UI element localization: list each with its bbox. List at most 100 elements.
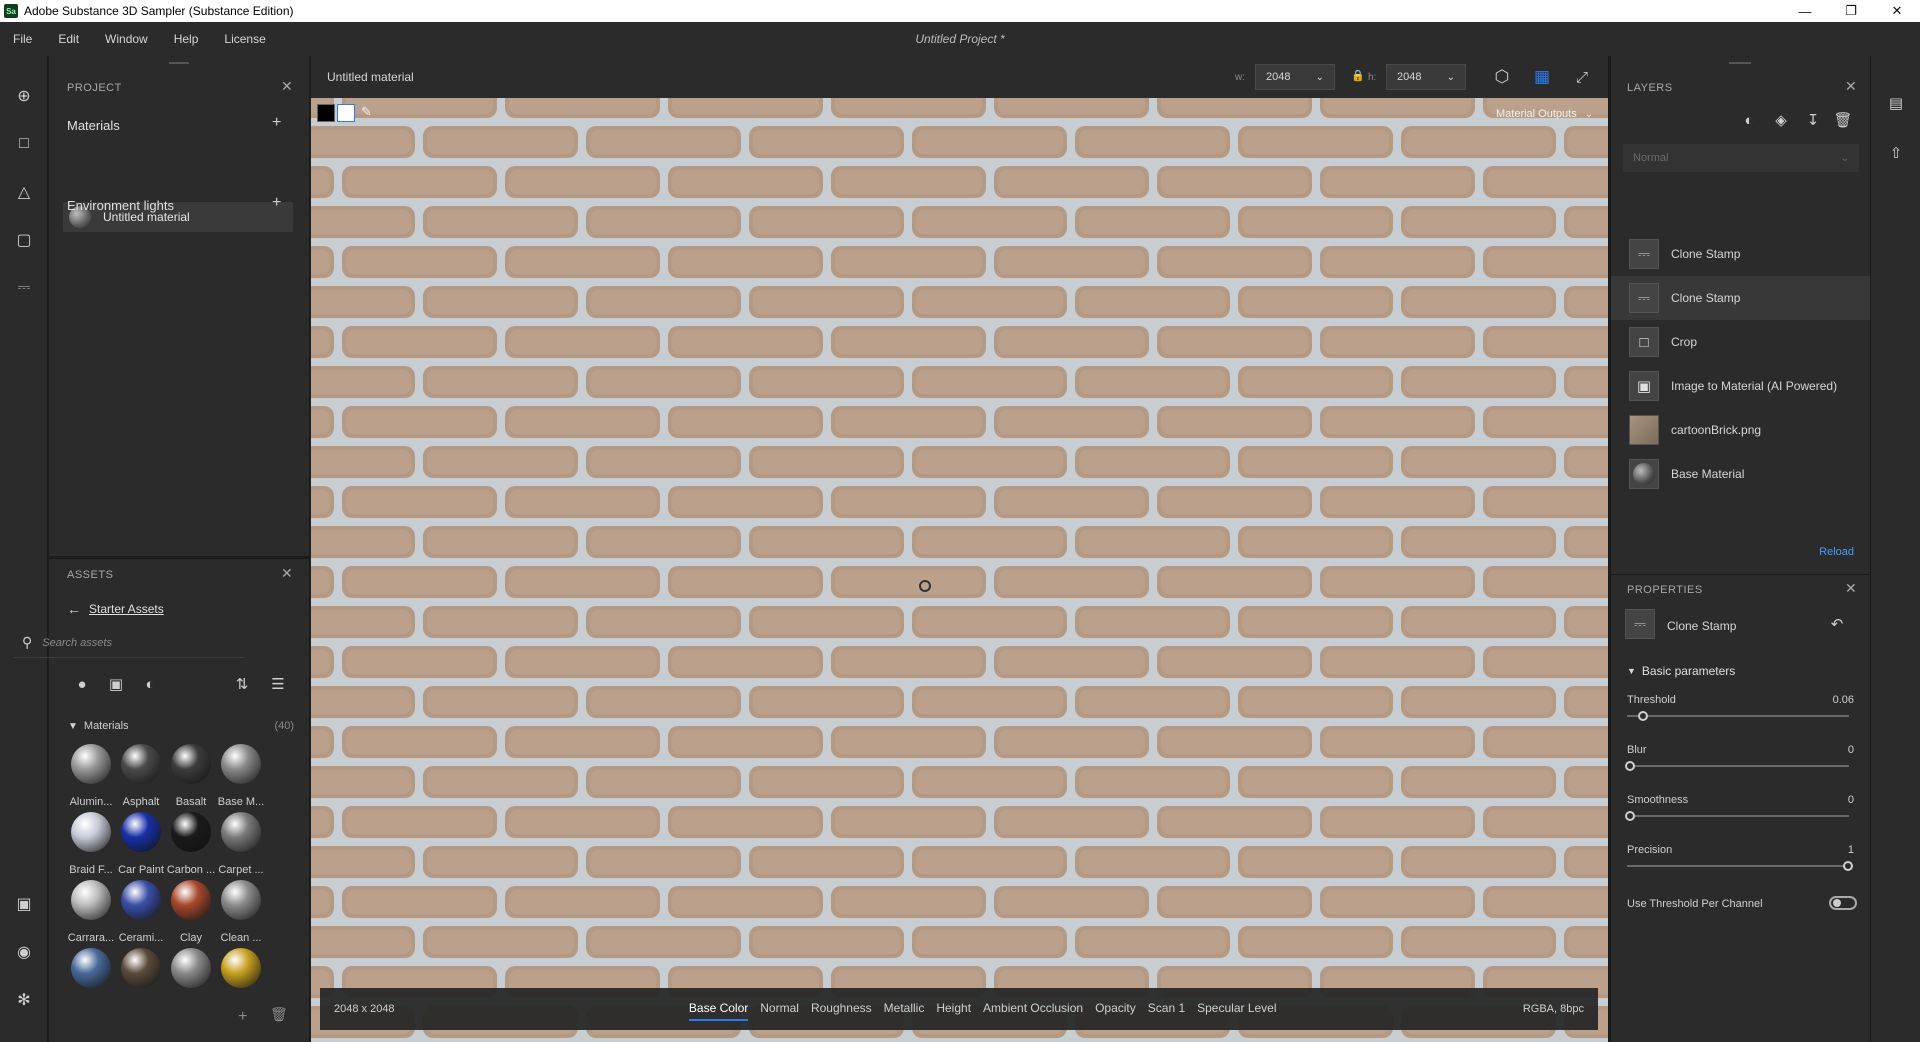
layer-item[interactable]: ⎓ Clone Stamp [1611, 276, 1871, 320]
reload-link[interactable]: Reload [1819, 546, 1854, 558]
black-swatch[interactable] [317, 104, 335, 122]
asset-tile[interactable]: Carpet ... [218, 812, 264, 878]
palette-icon[interactable]: ◉ [12, 940, 36, 964]
slider-track[interactable] [1627, 815, 1849, 817]
menu-license[interactable]: License [211, 32, 278, 46]
menu-edit[interactable]: Edit [45, 32, 92, 46]
lock-icon[interactable]: 🔒 [1351, 69, 1365, 82]
asset-tile[interactable] [68, 948, 114, 1014]
width-dropdown[interactable]: 2048 ⌄ [1255, 64, 1335, 90]
asset-tile[interactable]: Asphalt [118, 744, 164, 810]
asset-tile[interactable]: Carbon ... [167, 812, 215, 878]
layer-item[interactable]: □ Crop [1611, 320, 1871, 364]
filter-images-icon[interactable]: ▣ [106, 674, 126, 694]
add-layer-icon[interactable]: ◈ [1771, 110, 1791, 130]
slider-knob[interactable] [1625, 761, 1635, 771]
param-value[interactable]: 0 [1848, 794, 1854, 806]
2d-view-icon[interactable]: ▦ [1531, 66, 1553, 88]
tab-opacity[interactable]: Opacity [1095, 997, 1136, 1021]
3d-view-icon[interactable]: ⬡ [1491, 66, 1513, 88]
fullscreen-icon[interactable]: ⤢ [1571, 66, 1593, 88]
search-input[interactable]: ⚲ Search assets [14, 628, 244, 658]
blend-mode-dropdown[interactable]: Normal ⌄ [1623, 144, 1859, 172]
asset-tile[interactable]: Car Paint [118, 812, 164, 878]
reset-icon[interactable]: ↶ [1827, 614, 1847, 634]
minimize-button[interactable]: — [1782, 0, 1828, 22]
close-assets-icon[interactable]: ✕ [281, 565, 293, 582]
close-window-button[interactable]: ✕ [1874, 0, 1920, 22]
asset-tile[interactable] [118, 948, 164, 1014]
transform-tool-icon[interactable]: ▢ [12, 228, 36, 252]
materials-section-header[interactable]: ▼ Materials (40) [68, 720, 294, 732]
menu-window[interactable]: Window [92, 32, 161, 46]
tab-specular-level[interactable]: Specular Level [1197, 997, 1276, 1021]
slider-knob[interactable] [1638, 711, 1649, 721]
asset-tile[interactable]: Clay [168, 880, 214, 946]
param-value[interactable]: 0.06 [1833, 694, 1854, 706]
height-dropdown[interactable]: 2048 ⌄ [1386, 64, 1466, 90]
layer-item[interactable]: ⎓ Clone Stamp [1611, 232, 1871, 276]
layer-item[interactable]: ▣ Image to Material (AI Powered) [1611, 364, 1871, 408]
layer-item[interactable]: Base Material [1611, 452, 1871, 496]
trash-icon[interactable]: 🗑 [270, 1006, 288, 1023]
add-icon[interactable]: ⊕ [12, 84, 36, 108]
display-icon[interactable]: ▣ [12, 892, 36, 916]
asset-tile[interactable]: Braid F... [68, 812, 114, 878]
panel-grip[interactable] [169, 62, 189, 64]
add-asset-button[interactable]: + [238, 1008, 247, 1026]
close-project-icon[interactable]: ✕ [281, 78, 293, 95]
viewport-canvas[interactable]: ✎ Material Outputs ⌄ [311, 98, 1608, 1042]
tab-ambient-occlusion[interactable]: Ambient Occlusion [983, 997, 1083, 1021]
breadcrumb-starter-assets[interactable]: Starter Assets [89, 602, 164, 616]
param-value[interactable]: 0 [1848, 744, 1854, 756]
slider-track[interactable] [1627, 715, 1849, 717]
breadcrumb[interactable]: ← Starter Assets [67, 601, 164, 617]
color-picker-icon[interactable]: ✎ [361, 104, 372, 120]
asset-tile[interactable] [168, 948, 214, 1014]
sort-icon[interactable]: ⇅ [232, 674, 252, 694]
slider-track[interactable] [1627, 865, 1849, 867]
tab-normal[interactable]: Normal [760, 997, 799, 1021]
close-properties-icon[interactable]: ✕ [1845, 580, 1857, 597]
filter-filters-icon[interactable]: ◐ [140, 674, 160, 694]
plugin-icon[interactable]: ✻ [12, 988, 36, 1012]
restore-button[interactable]: ❐ [1828, 0, 1874, 22]
import-icon[interactable]: ↧ [1803, 110, 1823, 130]
layer-item[interactable]: cartoonBrick.png [1611, 408, 1871, 452]
slider-track[interactable] [1627, 765, 1849, 767]
tab-roughness[interactable]: Roughness [811, 997, 872, 1021]
tab-base-color[interactable]: Base Color [688, 997, 749, 1021]
list-view-icon[interactable]: ☰ [268, 674, 288, 694]
slider-knob[interactable] [1625, 811, 1635, 821]
tab-metallic[interactable]: Metallic [884, 997, 925, 1021]
notes-icon[interactable]: ▤ [1885, 92, 1907, 114]
white-swatch[interactable] [337, 104, 355, 122]
menu-help[interactable]: Help [161, 32, 212, 46]
asset-tile[interactable]: Alumin... [68, 744, 114, 810]
delete-layer-icon[interactable]: 🗑 [1833, 110, 1853, 130]
add-filter-icon[interactable]: ◐ [1739, 110, 1759, 130]
threshold-per-channel-toggle[interactable] [1829, 896, 1857, 910]
tab-height[interactable]: Height [936, 997, 971, 1021]
close-layers-icon[interactable]: ✕ [1845, 78, 1857, 95]
export-icon[interactable]: ⇧ [1885, 142, 1907, 164]
filter-materials-icon[interactable]: ● [72, 674, 92, 694]
back-arrow-icon[interactable]: ← [67, 601, 81, 617]
asset-tile[interactable]: Base M... [218, 744, 264, 810]
panel-grip[interactable] [1729, 62, 1751, 64]
slider-knob[interactable] [1843, 861, 1853, 871]
add-env-light-button[interactable]: + [272, 194, 281, 212]
param-value[interactable]: 1 [1848, 844, 1854, 856]
perspective-tool-icon[interactable]: △ [12, 180, 36, 204]
tab-scan-1[interactable]: Scan 1 [1148, 997, 1185, 1021]
asset-tile[interactable]: Cerami... [118, 880, 164, 946]
material-outputs-dropdown[interactable]: Material Outputs ⌄ [1496, 108, 1593, 120]
crop-tool-icon[interactable]: □ [12, 132, 36, 156]
basic-parameters-header[interactable]: ▼ Basic parameters [1627, 664, 1735, 678]
stamp-tool-icon[interactable]: ⎓ [12, 276, 36, 300]
asset-tile[interactable]: Basalt [168, 744, 214, 810]
add-material-button[interactable]: + [272, 114, 281, 132]
menu-file[interactable]: File [0, 32, 45, 46]
asset-tile[interactable]: Clean ... [218, 880, 264, 946]
asset-tile[interactable] [218, 948, 264, 1014]
